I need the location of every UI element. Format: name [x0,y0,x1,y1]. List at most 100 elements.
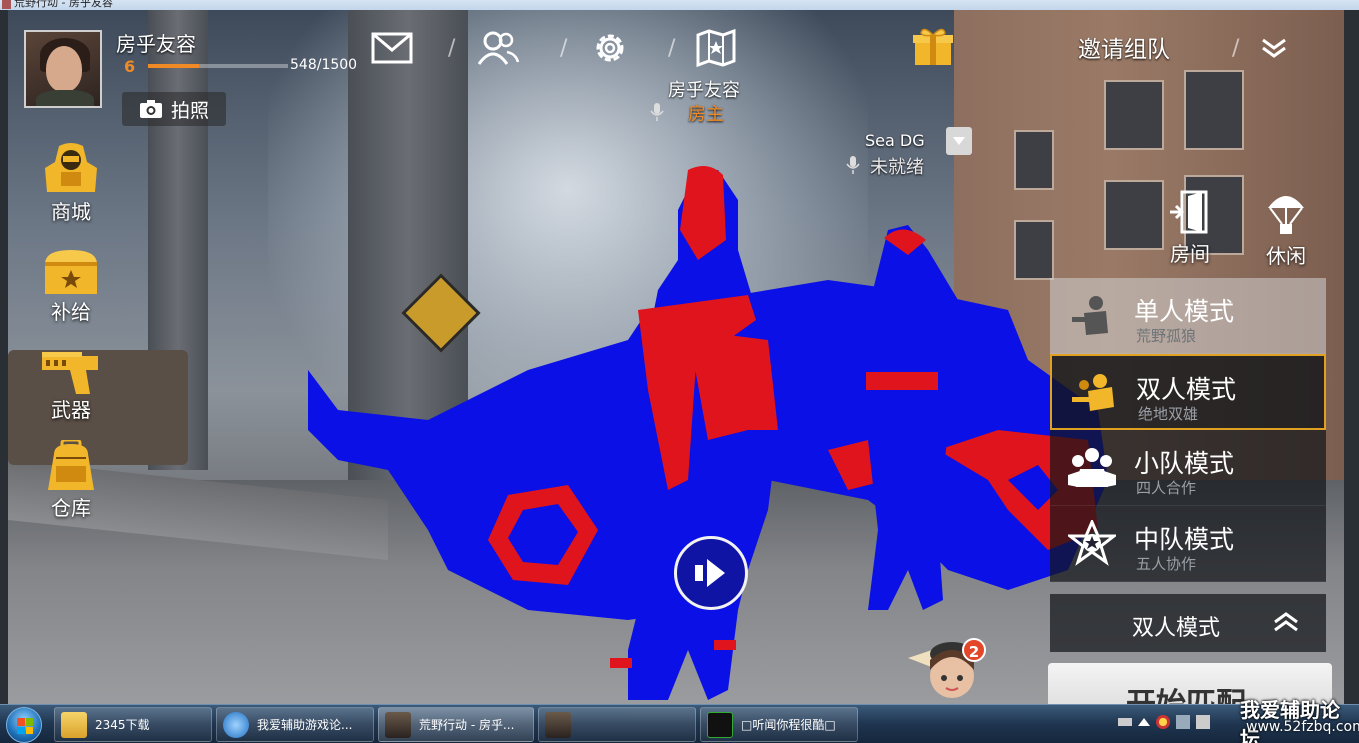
mode-list: 单人模式 荒野孤狼 双人模式 绝地双雄 小队模式 四人合作 中队模式 五人协作 [1050,278,1326,582]
player-avatar[interactable] [24,30,102,108]
taskbar-item-label: 2345下载 [95,718,150,732]
collapse-button[interactable] [1252,28,1296,68]
camera-icon [139,100,162,118]
microphone-icon[interactable] [846,155,860,175]
mode-platoon-title: 中队模式 [1134,525,1235,554]
arrow-right-icon [695,559,725,587]
window-title: 荒野行动 - 房乎友容 [14,0,113,9]
mode-duo-title: 双人模式 [1136,375,1237,404]
parachute-icon [1268,196,1304,234]
mail-icon [371,32,413,64]
divider: / [1232,36,1240,61]
mode-selector-label: 双人模式 [1132,616,1221,641]
mode-squad-title: 小队模式 [1134,449,1235,478]
divider: / [560,36,568,61]
volume-icon[interactable] [1196,715,1210,729]
npc-assistant[interactable]: 2 [908,630,986,704]
nav-shop[interactable]: 商城 [36,142,106,225]
taskbar-item-label: □听闻你程很酷□ [741,718,836,732]
teammate-name: Sea DG [865,131,925,150]
photo-button-label: 拍照 [170,99,209,122]
game-viewport[interactable]: 房乎友容 6 548/1500 拍照 / / / 邀请组队 / 房乎友容 房主 … [8,10,1344,704]
star-badge-icon [1068,520,1116,566]
settings-button[interactable] [588,28,632,68]
gift-icon [913,28,953,65]
map-icon [696,29,736,67]
nav-room[interactable]: 房间 [1160,190,1220,267]
taskbar-item-label: 我爱辅助游戏论... [257,718,353,732]
mode-duo[interactable]: 双人模式 绝地双雄 [1050,354,1326,430]
chevron-down-icon [953,137,965,145]
windows-logo-icon [17,718,33,734]
teammate-status: 未就绪 [870,157,924,178]
mode-squad-subtitle: 四人合作 [1136,479,1197,497]
divider: / [448,36,456,61]
taskbar-item-label: 荒野行动 - 房乎... [419,718,515,732]
xp-progress-bar [148,64,288,68]
nav-casual-label: 休闲 [1266,244,1306,268]
mode-squad[interactable]: 小队模式 四人合作 [1050,430,1326,506]
start-button[interactable] [6,707,42,743]
friends-button[interactable] [476,28,520,68]
mode-platoon[interactable]: 中队模式 五人协作 [1050,506,1326,582]
map-button[interactable] [694,28,738,68]
teammate-dropdown[interactable] [946,127,972,155]
app-icon [707,711,733,738]
mode-duo-subtitle: 绝地双雄 [1138,405,1199,423]
duo-soldiers-icon [1072,374,1114,411]
qq-icon[interactable] [1156,715,1170,729]
host-role: 房主 [688,104,724,125]
app-icon [2,0,11,9]
invite-team-button[interactable]: 邀请组队 [1078,30,1170,64]
taskbar-item[interactable]: □听闻你程很酷□ [700,707,858,742]
mode-selector[interactable]: 双人模式 [1050,594,1326,652]
taskbar-item[interactable]: 2345下载 [54,707,212,742]
window-titlebar[interactable]: 荒野行动 - 房乎友容 [0,0,1359,10]
xp-text: 548/1500 [290,57,358,73]
folder-icon [61,711,87,738]
gift-button[interactable] [908,22,958,70]
nav-weapons-label: 武器 [51,398,91,422]
game-icon [385,711,411,738]
mode-solo[interactable]: 单人模式 荒野孤狼 [1050,278,1326,354]
taskbar-item[interactable]: 荒野行动 - 房乎... [378,707,534,742]
nav-supply[interactable]: 补给 [36,242,106,325]
switch-view-button[interactable] [674,536,748,610]
host-name: 房乎友容 [668,80,740,101]
chevron-up-icon[interactable] [1138,718,1150,726]
keyboard-icon[interactable] [1118,718,1132,726]
mode-solo-subtitle: 荒野孤狼 [1136,327,1197,345]
microphone-icon[interactable] [650,102,664,122]
mode-platoon-subtitle: 五人协作 [1136,555,1197,573]
watermark-url: www.52fzbq.com [1246,719,1359,735]
mail-button[interactable] [370,28,414,68]
taskbar-item[interactable]: 我爱辅助游戏论... [216,707,374,742]
supply-chest-icon [45,250,97,294]
system-tray [1118,715,1210,729]
divider: / [668,36,676,61]
nav-weapons[interactable]: 武器 [36,340,106,423]
nav-shop-label: 商城 [51,200,91,224]
door-exit-icon [1170,190,1208,234]
shop-hoodie-icon [45,143,97,192]
nav-room-label: 房间 [1170,242,1210,266]
settings-icon [596,34,624,62]
nav-warehouse[interactable]: 仓库 [36,438,106,521]
photo-button[interactable]: 拍照 [122,92,226,126]
ie-icon [223,711,249,738]
network-icon[interactable] [1176,715,1190,729]
mode-solo-title: 单人模式 [1134,297,1235,326]
notification-badge: 2 [962,638,986,662]
squad-icon [1068,448,1116,487]
nav-casual[interactable]: 休闲 [1256,190,1316,269]
friends-icon [477,31,520,65]
taskbar-item[interactable] [538,707,696,742]
backpack-icon [48,440,94,490]
double-chevron-down-icon [1262,38,1286,58]
weapon-gun-icon [42,352,98,394]
solo-soldier-icon [1072,296,1108,335]
nav-warehouse-label: 仓库 [51,496,91,520]
player-level: 6 [124,57,136,76]
nav-supply-label: 补给 [51,300,91,324]
player-name: 房乎友容 [116,32,196,56]
